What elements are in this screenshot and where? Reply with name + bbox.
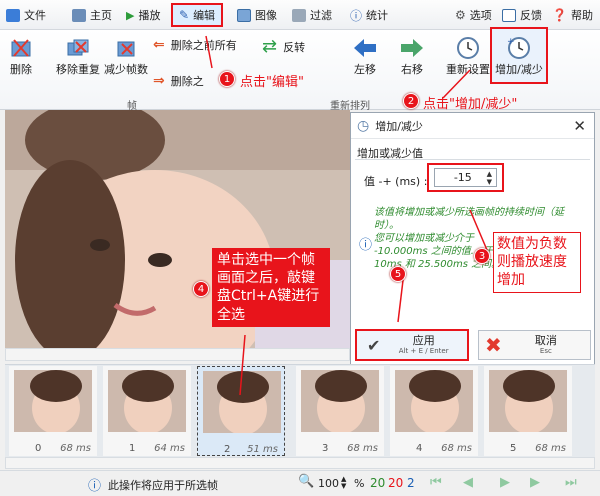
- step-badge-2: 2: [403, 93, 419, 109]
- step-badge-4: 4: [193, 281, 209, 297]
- step-badge-5: 5: [390, 266, 406, 282]
- annotation-step-1: 点击"编辑": [240, 75, 304, 90]
- annotation-step-4: 单击选中一个帧画面之后，敲键盘Ctrl+A键进行全选: [212, 248, 330, 327]
- step-badge-3: 3: [474, 248, 490, 264]
- step-badge-1: 1: [219, 71, 235, 87]
- annotation-step-2: 点击"增加/减少": [423, 97, 518, 112]
- annotation-step-3: 数值为负数则播放速度增加: [493, 232, 581, 293]
